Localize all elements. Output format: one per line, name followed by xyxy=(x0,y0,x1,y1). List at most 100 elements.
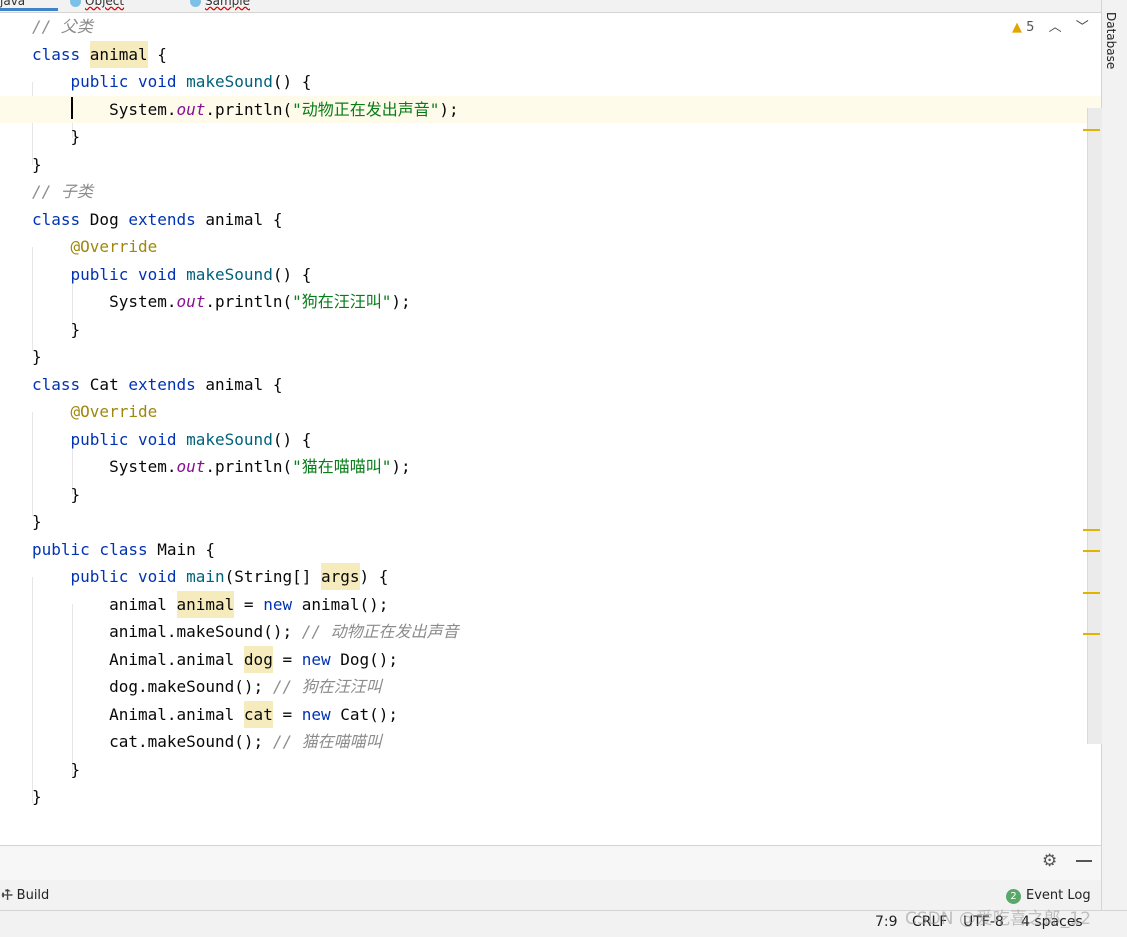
code-line[interactable]: @Override xyxy=(0,398,1101,425)
code-line[interactable]: Animal.animal dog = new Dog(); xyxy=(0,645,1101,673)
database-tool-button[interactable]: Database xyxy=(1104,12,1118,69)
code-line[interactable]: animal.makeSound(); // 动物正在发出声音 xyxy=(0,618,1101,645)
code-token: System. xyxy=(32,457,177,476)
code-line[interactable]: @Override xyxy=(0,233,1101,260)
code-line[interactable]: System.out.println("狗在汪汪叫"); xyxy=(0,288,1101,315)
code-line[interactable]: System.out.println("动物正在发出声音"); xyxy=(0,95,1101,123)
code-token: } xyxy=(32,319,81,339)
code-line[interactable]: } xyxy=(0,508,1101,535)
code-token: @Override xyxy=(70,402,158,421)
minimize-icon[interactable] xyxy=(1076,860,1092,862)
code-token: public void xyxy=(70,72,187,91)
code-line[interactable]: public void makeSound() { xyxy=(0,261,1101,288)
code-token: = xyxy=(234,594,264,614)
code-token: class xyxy=(32,44,90,64)
code-line[interactable]: } xyxy=(0,151,1101,178)
hammer-icon: ⚒ xyxy=(0,886,18,905)
code-token: public void xyxy=(70,567,187,586)
code-line[interactable]: } xyxy=(0,783,1101,810)
code-token: .println( xyxy=(205,99,293,119)
code-token: animal.makeSound(); xyxy=(32,622,302,641)
tab-object[interactable]: Object xyxy=(70,0,124,10)
class-icon xyxy=(190,0,201,7)
code-token: makeSound xyxy=(186,429,273,449)
code-token: out xyxy=(176,457,206,476)
code-token: animal xyxy=(176,590,235,618)
code-token: // 父类 xyxy=(32,17,93,36)
code-line[interactable]: dog.makeSound(); // 狗在汪汪叫 xyxy=(0,673,1101,700)
code-token: { xyxy=(147,44,167,64)
code-token: out xyxy=(176,292,206,311)
code-token: main xyxy=(186,567,225,586)
code-line[interactable]: } xyxy=(0,756,1101,783)
right-tool-strip xyxy=(1101,0,1127,936)
code-token: makeSound xyxy=(186,264,273,284)
code-token: animal { xyxy=(205,374,283,394)
code-token: // 动物正在发出声音 xyxy=(301,622,459,641)
code-token: args xyxy=(320,563,360,590)
code-token: class xyxy=(32,209,90,229)
code-token: new xyxy=(301,649,341,669)
tool-panel-header xyxy=(0,845,1101,881)
code-line[interactable]: cat.makeSound(); // 猫在喵喵叫 xyxy=(0,728,1101,755)
code-line[interactable]: class animal { xyxy=(0,40,1101,68)
code-token: } xyxy=(32,127,81,146)
code-line[interactable]: } xyxy=(0,123,1101,150)
code-line[interactable]: // 父类 xyxy=(0,13,1101,40)
build-tool-button[interactable]: ⚒Build xyxy=(0,886,49,905)
code-line[interactable]: } xyxy=(0,481,1101,508)
code-line[interactable]: class Dog extends animal { xyxy=(0,206,1101,233)
code-line[interactable]: } xyxy=(0,343,1101,370)
tab-sample[interactable]: Sample xyxy=(190,0,250,10)
inspection-widget[interactable]: ▲ 5 ︿ ﹀ xyxy=(1012,18,1089,38)
code-line[interactable]: System.out.println("猫在喵喵叫"); xyxy=(0,453,1101,480)
code-token: dog.makeSound(); xyxy=(32,677,273,696)
code-token: "狗在汪汪叫" xyxy=(292,292,392,311)
warning-stripe[interactable] xyxy=(1083,529,1100,531)
code-line[interactable]: Animal.animal cat = new Cat(); xyxy=(0,700,1101,728)
code-token: new xyxy=(301,704,341,724)
code-token: () { xyxy=(272,72,312,91)
event-count-badge: 2 xyxy=(1006,889,1021,904)
code-line[interactable]: public void makeSound() { xyxy=(0,68,1101,95)
code-token: cat.makeSound(); xyxy=(32,732,273,751)
code-line[interactable]: // 子类 xyxy=(0,178,1101,205)
code-token: = xyxy=(272,649,302,669)
code-editor[interactable]: // 父类 class animal { public void makeSoun… xyxy=(0,13,1101,845)
editor-tab-strip: java Object Sample xyxy=(0,0,1101,13)
gear-icon[interactable]: ⚙ xyxy=(1042,851,1057,871)
code-token: } xyxy=(32,154,42,174)
code-token: "猫在喵喵叫" xyxy=(292,457,392,476)
code-token: @Override xyxy=(70,237,158,256)
code-line[interactable]: public void main(String[] args) { xyxy=(0,563,1101,590)
code-token: () { xyxy=(272,429,312,449)
warning-stripe[interactable] xyxy=(1083,592,1100,594)
code-token: ); xyxy=(439,99,459,119)
code-line[interactable]: public void makeSound() { xyxy=(0,426,1101,453)
chevron-down-icon[interactable]: ﹀ xyxy=(1076,18,1089,38)
code-token: Main { xyxy=(157,539,216,559)
warning-stripe[interactable] xyxy=(1083,633,1100,635)
watermark: CSDN @爱吃喜之郎_12 xyxy=(905,909,1092,929)
code-token: Animal.animal xyxy=(32,649,244,669)
chevron-up-icon[interactable]: ︿ xyxy=(1049,18,1062,38)
warning-stripe[interactable] xyxy=(1083,550,1100,552)
code-token: .println( xyxy=(205,457,293,476)
code-line[interactable]: } xyxy=(0,316,1101,343)
editor-scrollbar[interactable] xyxy=(1087,108,1102,744)
event-log-button[interactable]: 2 Event Log xyxy=(1006,888,1091,904)
code-line[interactable]: animal animal = new animal(); xyxy=(0,590,1101,618)
code-token: dog xyxy=(243,645,273,673)
code-token: ); xyxy=(391,457,411,476)
warning-stripe[interactable] xyxy=(1083,129,1100,131)
code-line[interactable]: public class Main { xyxy=(0,536,1101,563)
warning-icon: ▲ xyxy=(1012,20,1022,35)
code-line[interactable]: class Cat extends animal { xyxy=(0,371,1101,398)
caret-position[interactable]: 7:9 xyxy=(875,914,898,930)
code-token: System. xyxy=(32,99,177,119)
code-token: out xyxy=(176,99,206,119)
code-token: ) { xyxy=(359,567,389,586)
